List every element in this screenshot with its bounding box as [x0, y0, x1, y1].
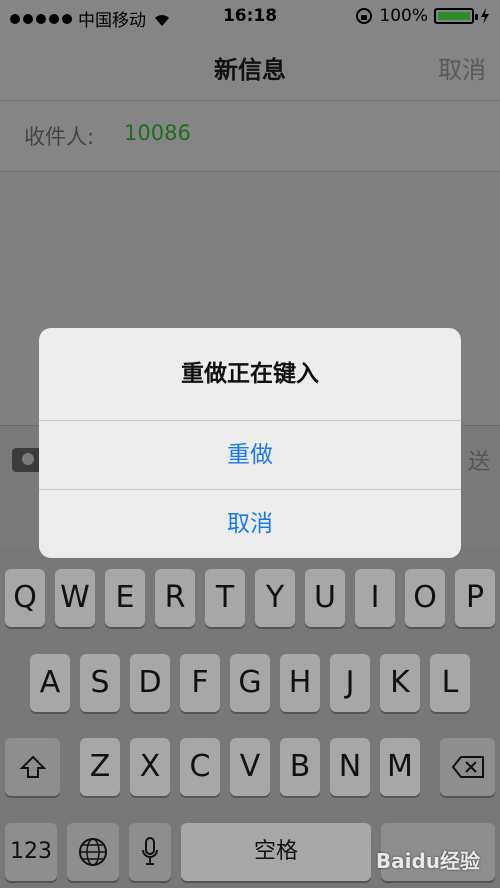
key-e[interactable]: E — [105, 569, 145, 627]
key-s[interactable]: S — [80, 654, 120, 712]
key-c[interactable]: C — [180, 738, 220, 796]
backspace-key[interactable] — [440, 738, 495, 796]
baidu-watermark: Baidu经验 — [375, 849, 480, 873]
alert-cancel-button[interactable]: 取消 — [39, 489, 461, 558]
globe-key[interactable] — [67, 823, 119, 881]
key-f[interactable]: F — [180, 654, 220, 712]
microphone-key[interactable] — [129, 823, 171, 881]
backspace-icon — [451, 756, 484, 778]
key-j[interactable]: J — [330, 654, 370, 712]
key-d[interactable]: D — [130, 654, 170, 712]
keyboard: Q W E R T Y U I O P A S D F G H J K L Z … — [0, 547, 500, 888]
key-u[interactable]: U — [305, 569, 345, 627]
alert-title: 重做正在键入 — [181, 361, 319, 387]
recipient-value[interactable]: 10086 — [124, 121, 191, 145]
right-status: 100% — [355, 6, 490, 26]
recipient-field[interactable]: 收件人: 10086 — [0, 101, 500, 172]
key-a[interactable]: A — [30, 654, 70, 712]
key-n[interactable]: N — [330, 738, 370, 796]
redo-button[interactable]: 重做 — [39, 420, 461, 490]
space-key[interactable]: 空格 — [181, 823, 371, 881]
key-b[interactable]: B — [280, 738, 320, 796]
key-z[interactable]: Z — [80, 738, 120, 796]
redo-typing-alert: 重做正在键入 重做 取消 — [39, 328, 461, 558]
key-w[interactable]: W — [55, 569, 95, 627]
key-r[interactable]: R — [155, 569, 195, 627]
shift-icon — [19, 755, 46, 778]
key-i[interactable]: I — [355, 569, 395, 627]
nav-cancel-button[interactable]: 取消 — [438, 50, 486, 85]
key-l[interactable]: L — [430, 654, 470, 712]
microphone-icon — [142, 837, 158, 865]
navigation-bar: 新信息 取消 — [0, 34, 500, 101]
shift-key[interactable] — [5, 738, 60, 796]
key-k[interactable]: K — [380, 654, 420, 712]
key-q[interactable]: Q — [5, 569, 45, 627]
page-title: 新信息 — [214, 56, 286, 84]
key-m[interactable]: M — [380, 738, 420, 796]
key-p[interactable]: P — [455, 569, 495, 627]
key-o[interactable]: O — [405, 569, 445, 627]
battery-icon — [434, 8, 478, 24]
globe-icon — [79, 838, 107, 866]
send-button[interactable]: 送 — [468, 444, 490, 476]
key-x[interactable]: X — [130, 738, 170, 796]
recipient-label: 收件人: — [24, 125, 95, 149]
key-g[interactable]: G — [230, 654, 270, 712]
battery-percent: 100% — [379, 6, 428, 26]
numbers-key[interactable]: 123 — [5, 823, 57, 881]
key-v[interactable]: V — [230, 738, 270, 796]
rotation-lock-icon — [356, 8, 373, 24]
key-t[interactable]: T — [205, 569, 245, 627]
key-h[interactable]: H — [280, 654, 320, 712]
key-y[interactable]: Y — [255, 569, 295, 627]
charging-icon — [481, 8, 489, 24]
status-bar: 中国移动 16:18 100% — [0, 0, 500, 34]
